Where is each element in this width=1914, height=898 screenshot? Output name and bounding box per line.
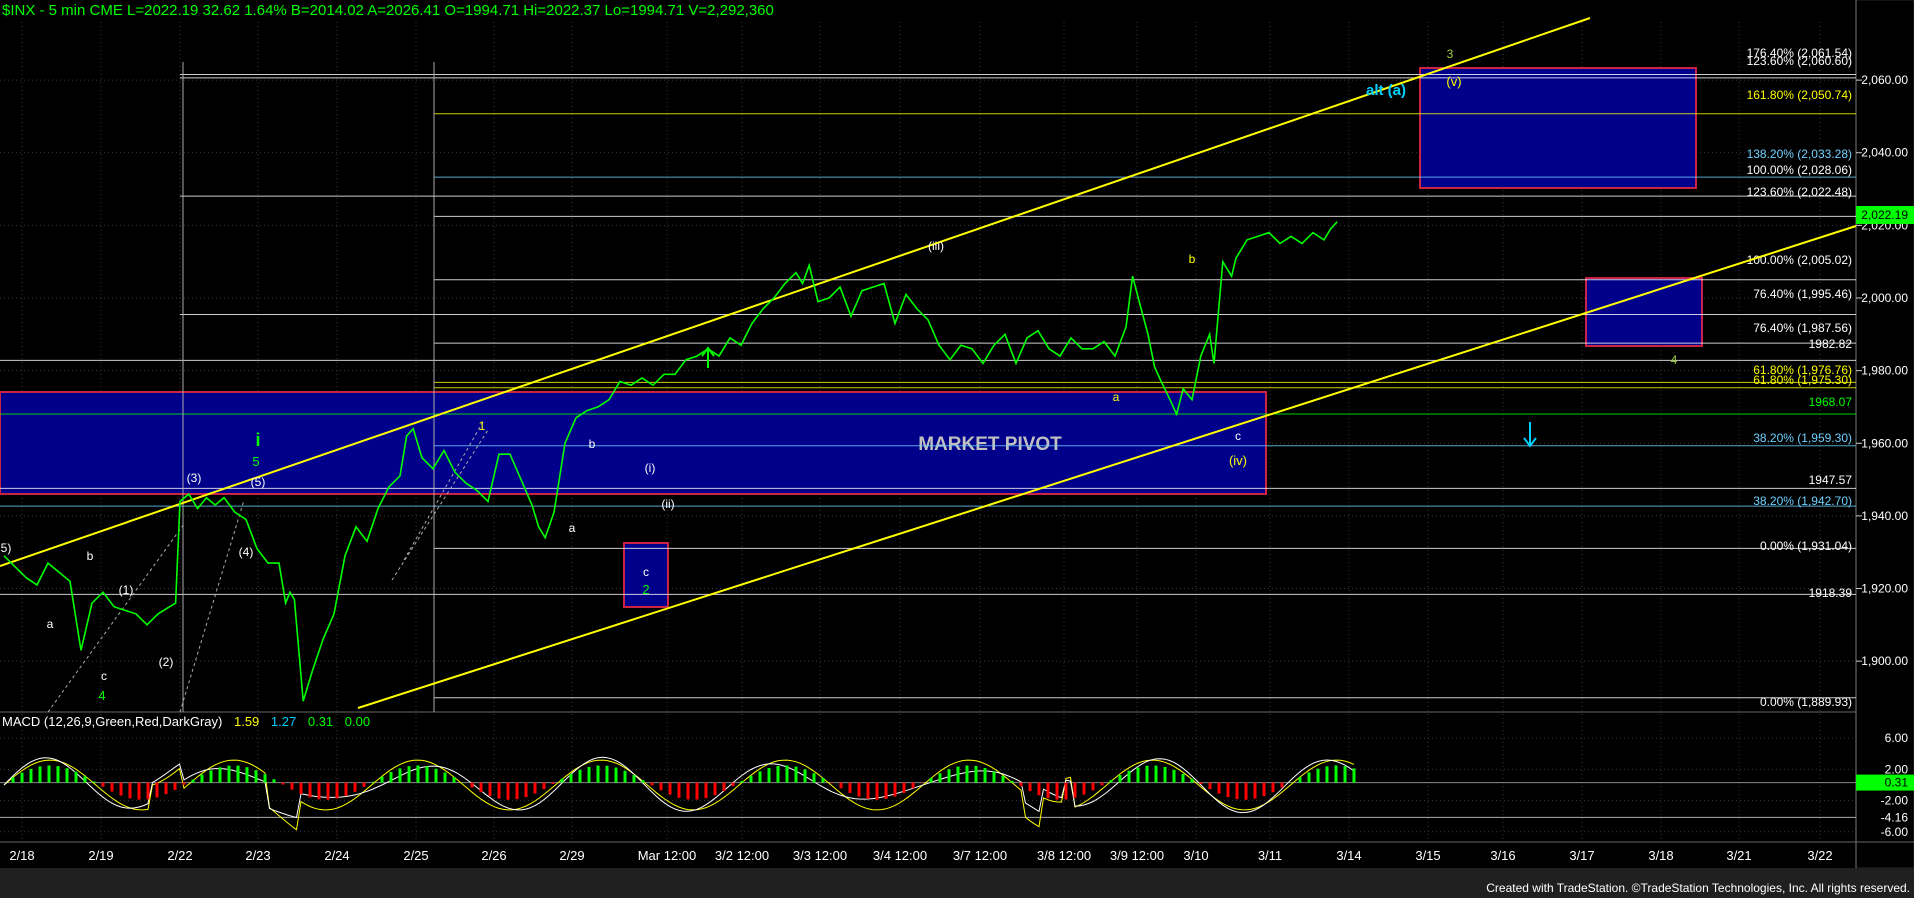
time-tick-label: 2/29 xyxy=(559,848,584,863)
wave-label: (ii) xyxy=(661,497,674,511)
wave-label: (i) xyxy=(645,461,656,475)
time-tick-label: Mar 12:00 xyxy=(638,848,697,863)
time-tick-label: 2/18 xyxy=(9,848,34,863)
wave-label: 4 xyxy=(98,688,105,703)
price-tick-label: 2,040.00 xyxy=(1861,146,1908,160)
fib-level-label: 61.80% (1,975.30) xyxy=(1753,373,1852,387)
time-tick-label: 2/19 xyxy=(88,848,113,863)
time-tick-label: 2/26 xyxy=(481,848,506,863)
market-pivot-label: MARKET PIVOT xyxy=(918,434,1062,455)
macd-value-3: 0.31 xyxy=(307,714,334,729)
fib-level-label: 76.40% (1,987.56) xyxy=(1753,321,1852,335)
price-tick-label: 1,960.00 xyxy=(1861,436,1908,450)
wave-label: (1) xyxy=(119,583,134,597)
target-zone-wave4 xyxy=(1585,277,1703,347)
wave-label: b xyxy=(589,437,596,451)
macd-value-4: 0.00 xyxy=(344,714,371,729)
time-tick-label: 3/14 xyxy=(1336,848,1361,863)
fib-level-label: 38.20% (1,942.70) xyxy=(1753,494,1852,508)
fib-level-label: 0.00% (1,931.04) xyxy=(1760,539,1852,553)
time-tick-label: 3/3 12:00 xyxy=(793,848,847,863)
time-tick-label: 3/18 xyxy=(1648,848,1673,863)
wave-label: 2 xyxy=(642,582,649,597)
wave-label: a xyxy=(47,617,54,631)
fib-level-label: 38.20% (1,959.30) xyxy=(1753,431,1852,445)
fib-level-label: 1968.07 xyxy=(1809,395,1853,409)
time-tick-label: 3/16 xyxy=(1490,848,1515,863)
time-tick-label: 3/7 12:00 xyxy=(953,848,1007,863)
wave-label: a xyxy=(569,521,576,535)
wave-label: c xyxy=(101,669,107,683)
fib-level-label: 0.00% (1,889.93) xyxy=(1760,695,1852,709)
macd-axis-label: -2.00 xyxy=(1881,794,1909,808)
time-tick-label: 2/24 xyxy=(324,848,349,863)
wave-label: alt (a) xyxy=(1366,82,1406,99)
fib-level-label: 76.40% (1,995.46) xyxy=(1753,287,1852,301)
credit-text: Created with TradeStation. ©TradeStation… xyxy=(1486,881,1910,895)
fib-level-label: 1982.82 xyxy=(1809,337,1853,351)
time-tick-label: 3/21 xyxy=(1726,848,1751,863)
price-chart: MARKET PIVOT 176.40% (2,061.54)123.60% (… xyxy=(0,0,1914,898)
wave-label: c xyxy=(1235,429,1241,443)
time-tick-label: 3/11 xyxy=(1258,848,1282,863)
wave-label: i xyxy=(255,430,260,450)
macd-axis-label: 2.00 xyxy=(1885,762,1909,776)
fib-level-label: 161.80% (2,050.74) xyxy=(1747,88,1852,102)
macd-axis-label: -4.16 xyxy=(1881,810,1909,824)
wave-label: (4) xyxy=(239,545,254,559)
wave-label: (2) xyxy=(159,655,174,669)
macd-value-1: 1.59 xyxy=(233,714,260,729)
fib-level-label: 123.60% (2,022.48) xyxy=(1747,185,1852,199)
price-tick-label: 2,000.00 xyxy=(1861,291,1908,305)
time-tick-label: 3/10 xyxy=(1183,848,1208,863)
last-price-label: 2,022.19 xyxy=(1861,208,1908,222)
fib-level-label: 123.60% (2,060.60) xyxy=(1747,54,1852,68)
price-tick-label: 1,940.00 xyxy=(1861,509,1908,523)
wave-label: b xyxy=(1189,252,1196,266)
price-tick-label: 2,060.00 xyxy=(1861,73,1908,87)
time-tick-label: 2/22 xyxy=(167,848,192,863)
macd-name: MACD (12,26,9,Green,Red,DarkGray) xyxy=(2,714,223,729)
wave-label: (3) xyxy=(187,471,202,485)
wave-label: (5) xyxy=(251,475,266,489)
price-tick-label: 1,980.00 xyxy=(1861,364,1908,378)
price-tick-label: 1,900.00 xyxy=(1861,654,1908,668)
wave-label: (iii) xyxy=(928,239,944,253)
time-tick-label: 3/8 12:00 xyxy=(1037,848,1091,863)
time-tick-label: 3/15 xyxy=(1415,848,1440,863)
macd-axis-label: -6.00 xyxy=(1881,825,1909,839)
time-tick-label: 2/25 xyxy=(403,848,428,863)
wave-label: (v) xyxy=(1446,74,1461,89)
time-tick-label: 3/4 12:00 xyxy=(873,848,927,863)
wave-label: c xyxy=(643,565,649,579)
fib-level-label: 138.20% (2,033.28) xyxy=(1747,147,1852,161)
wave-label: (iv) xyxy=(1229,453,1247,468)
time-tick-label: 2/23 xyxy=(245,848,270,863)
fib-level-label: 1918.39 xyxy=(1809,586,1853,600)
macd-header: MACD (12,26,9,Green,Red,DarkGray) 1.59 1… xyxy=(0,713,370,731)
symbol-header: $INX - 5 min CME L=2022.19 32.62 1.64% B… xyxy=(2,2,774,19)
time-tick-label: 3/22 xyxy=(1807,848,1832,863)
fib-level-label: 100.00% (2,028.06) xyxy=(1747,163,1852,177)
time-tick-label: 3/17 xyxy=(1569,848,1594,863)
wave-label: 1 xyxy=(479,419,486,433)
price-tick-label: 1,920.00 xyxy=(1861,582,1908,596)
macd-axis-label: 6.00 xyxy=(1885,731,1909,745)
macd-value-2: 1.27 xyxy=(270,714,297,729)
wave-label: 3 xyxy=(1447,47,1454,61)
wave-label: 4 xyxy=(1671,353,1678,367)
macd-axis-label: 0.31 xyxy=(1885,776,1909,790)
fib-level-label: 1947.57 xyxy=(1809,473,1853,487)
wave-label: 5) xyxy=(1,541,12,555)
time-tick-label: 3/9 12:00 xyxy=(1110,848,1164,863)
wave-label: a xyxy=(1113,390,1120,404)
wave-label: 5 xyxy=(252,454,259,469)
wave-label: b xyxy=(87,549,94,563)
time-tick-label: 3/2 12:00 xyxy=(715,848,769,863)
